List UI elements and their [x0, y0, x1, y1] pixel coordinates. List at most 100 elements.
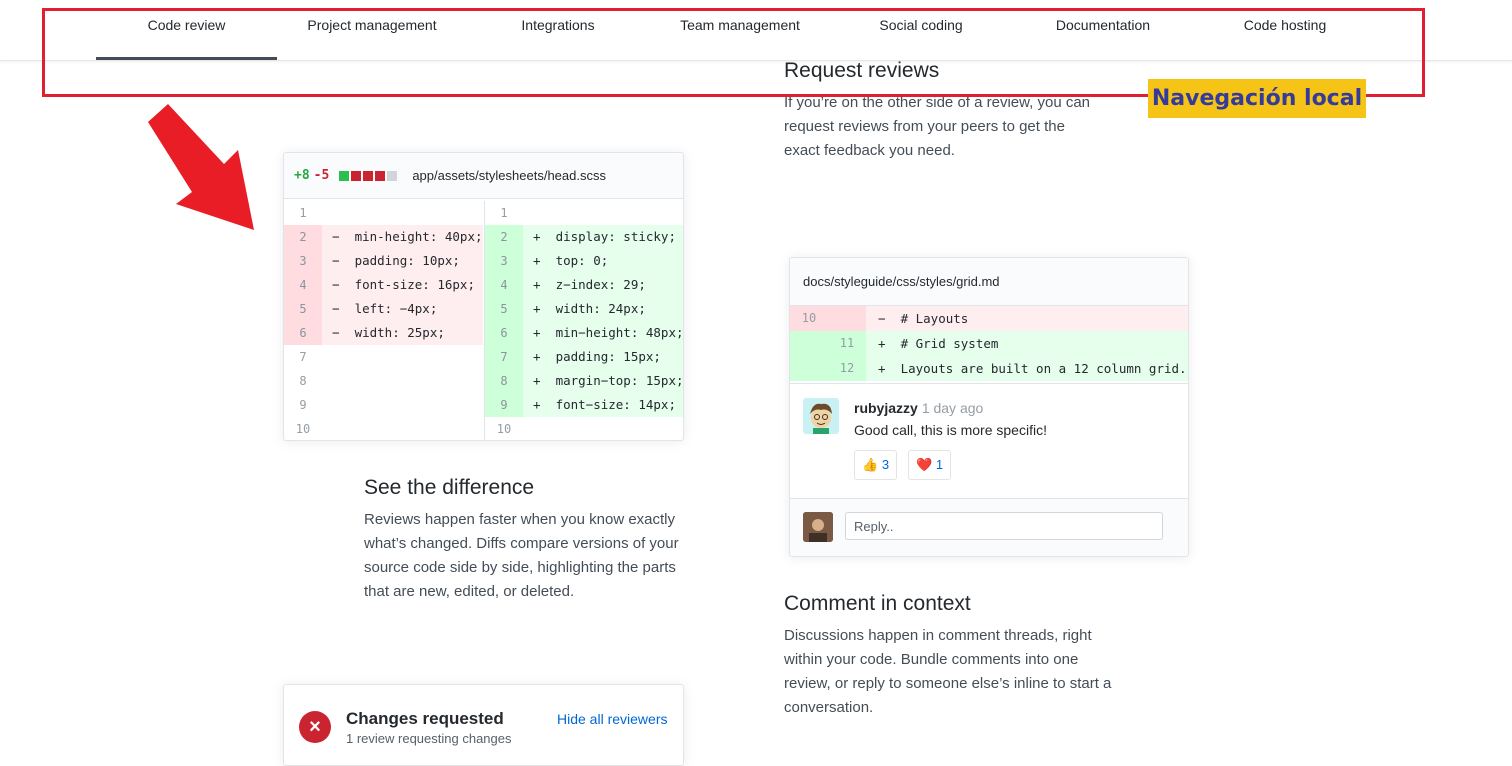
diff-line: 1	[485, 201, 683, 225]
line-number[interactable]: 1	[485, 201, 523, 225]
line-number[interactable]: 12	[828, 356, 866, 381]
diffstat-blocks	[339, 170, 398, 181]
local-navigation: Code review Project management Integrati…	[0, 0, 1512, 61]
tab-label: Social coding	[879, 17, 963, 33]
code-line: − left: −4px;	[322, 297, 483, 321]
diff-line: 10	[485, 417, 683, 440]
code-line: + margin−top: 15px;	[523, 369, 683, 393]
diffstat-block	[387, 170, 398, 181]
line-number[interactable]: 1	[284, 201, 322, 225]
diffstat-block	[339, 170, 350, 181]
line-number[interactable]: 8	[485, 369, 523, 393]
line-number[interactable]: 8	[284, 369, 322, 393]
comment-timestamp[interactable]: 1 day ago	[922, 400, 984, 416]
tab-social-coding[interactable]: Social coding	[861, 0, 981, 60]
tab-code-review[interactable]: Code review	[96, 0, 277, 60]
line-number[interactable]: 3	[485, 249, 523, 273]
code-line: − width: 25px;	[322, 321, 483, 345]
code-line: + display: sticky;	[523, 225, 683, 249]
line-number[interactable]: 5	[284, 297, 322, 321]
code-line: + padding: 15px;	[523, 345, 683, 369]
comment-text: Good call, this is more specific!	[854, 422, 1047, 438]
line-number[interactable]: 7	[485, 345, 523, 369]
avatar	[803, 398, 839, 434]
diff-line: 4− font-size: 16px;	[284, 273, 483, 297]
hide-all-reviewers-link[interactable]: Hide all reviewers	[557, 711, 667, 727]
reaction-thumbs-up-button[interactable]: 👍 3	[854, 450, 898, 480]
comment-author[interactable]: rubyjazzy 1 day ago	[854, 400, 983, 416]
code-line: − font-size: 16px;	[322, 273, 483, 297]
diff-left-column: 1 2− min-height: 40px; 3− padding: 10px; 4−…	[284, 201, 483, 440]
reaction-heart-button[interactable]: ❤️ 1	[908, 450, 952, 480]
line-number[interactable]: 4	[485, 273, 523, 297]
diff-right-column: 1 2 + display: sticky; 3 + top: 0; 4 + z−index…	[484, 201, 683, 440]
line-number[interactable]: 9	[485, 393, 523, 417]
inline-comment-card: docs/styleguide/css/styles/grid.md 10 − #…	[789, 257, 1189, 557]
diff-line: 2− min-height: 40px;	[284, 225, 483, 249]
diffstat-block	[351, 170, 362, 181]
line-number[interactable]: 6	[485, 321, 523, 345]
tab-label: Team management	[680, 17, 800, 33]
diff-line: 2 + display: sticky;	[485, 225, 683, 249]
tab-label: Integrations	[521, 17, 595, 33]
line-number[interactable]: 3	[284, 249, 322, 273]
diff-line: 10 − # Layouts	[790, 306, 1188, 331]
annotation-arrow-icon	[148, 104, 254, 230]
file-path: docs/styleguide/css/styles/grid.md	[803, 274, 1000, 289]
line-number[interactable]: 10	[284, 417, 322, 440]
additions-count: +8	[294, 168, 310, 183]
line-number[interactable]: 10	[485, 417, 523, 440]
code-line: + Layouts are built on a 12 column grid.	[878, 361, 1187, 376]
reply-input[interactable]	[845, 512, 1163, 540]
code-line: + z−index: 29;	[523, 273, 683, 297]
diff-line: 11 + # Grid system	[790, 331, 1188, 356]
diff-header: docs/styleguide/css/styles/grid.md	[790, 258, 1188, 306]
diff-line: 4 + z−index: 29;	[485, 273, 683, 297]
avatar	[803, 512, 833, 542]
comment-context-body: Discussions happen in comment threads, r…	[784, 627, 1112, 716]
diff-line: 12 + Layouts are built on a 12 column gri…	[790, 356, 1188, 381]
author-name[interactable]: rubyjazzy	[854, 400, 918, 416]
line-number[interactable]: 6	[284, 321, 322, 345]
file-path: app/assets/stylesheets/head.scss	[412, 168, 606, 183]
line-number[interactable]: 9	[284, 393, 322, 417]
line-number[interactable]: 5	[485, 297, 523, 321]
line-number[interactable]: 7	[284, 345, 322, 369]
line-number[interactable]: 10	[790, 306, 828, 331]
see-difference-body: Reviews happen faster when you know exac…	[364, 511, 679, 600]
line-number[interactable]: 4	[284, 273, 322, 297]
tab-code-hosting[interactable]: Code hosting	[1225, 0, 1345, 60]
tab-project-management[interactable]: Project management	[290, 0, 454, 60]
line-number[interactable]: 2	[485, 225, 523, 249]
diff-line: 3 + top: 0;	[485, 249, 683, 273]
code-line: + min−height: 48px;	[523, 321, 683, 345]
tab-documentation[interactable]: Documentation	[1043, 0, 1163, 60]
diff-header: +8 -5 app/assets/stylesheets/head.scss	[284, 153, 683, 199]
diffstat-block	[363, 170, 374, 181]
diff-line: 7 + padding: 15px;	[485, 345, 683, 369]
diff-line: 9	[284, 393, 483, 417]
code-line: + top: 0;	[523, 249, 683, 273]
code-line: − padding: 10px;	[322, 249, 483, 273]
diff-line: 5− left: −4px;	[284, 297, 483, 321]
code-line: − min-height: 40px;	[322, 225, 483, 249]
line-number[interactable]	[790, 356, 828, 381]
line-number[interactable]	[790, 331, 828, 356]
tab-label: Documentation	[1055, 17, 1151, 33]
code-line: + # Grid system	[878, 336, 999, 351]
heart-icon: ❤️	[916, 457, 933, 472]
changes-requested-card: × Changes requested 1 review requesting …	[283, 684, 684, 766]
annotation-label: Navegación local	[1148, 79, 1366, 118]
close-circle-icon: ×	[299, 711, 331, 743]
line-number[interactable]	[828, 306, 866, 331]
line-number[interactable]: 11	[828, 331, 866, 356]
request-reviews-body: If you’re on the other side of a review,…	[784, 94, 1091, 159]
changes-requested-title: Changes requested	[346, 709, 504, 728]
tab-integrations[interactable]: Integrations	[498, 0, 618, 60]
line-number[interactable]: 2	[284, 225, 322, 249]
tab-team-management[interactable]: Team management	[665, 0, 815, 60]
